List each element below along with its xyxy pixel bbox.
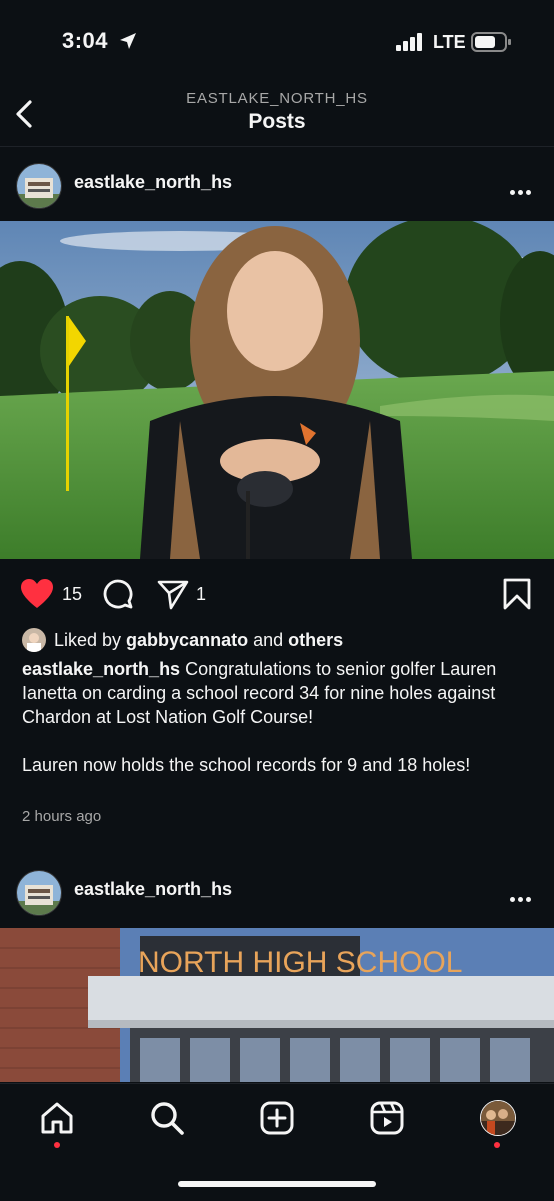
more-options-icon[interactable] <box>510 889 536 902</box>
liked-by-prefix: Liked by <box>54 630 127 650</box>
post-timestamp: 2 hours ago <box>22 808 102 825</box>
cellular-signal-icon <box>396 33 422 51</box>
liked-by-and: and <box>248 630 289 650</box>
liker-avatar <box>22 628 46 652</box>
caption-username[interactable]: eastlake_north_hs <box>22 659 180 679</box>
post-image[interactable] <box>0 221 554 559</box>
post-actions: 15 1 <box>0 572 554 616</box>
post-caption: eastlake_north_hs Congratulations to sen… <box>22 657 522 777</box>
like-count[interactable]: 15 <box>62 584 82 605</box>
avatar[interactable] <box>16 163 62 209</box>
network-type: LTE <box>433 32 466 52</box>
reels-icon[interactable] <box>369 1100 405 1136</box>
building-sign-text: NORTH HIGH SCHOOL <box>138 946 462 979</box>
post-header: eastlake_north_hs <box>0 158 554 218</box>
search-icon[interactable] <box>149 1100 185 1136</box>
post-username[interactable]: eastlake_north_hs <box>74 879 232 900</box>
location-arrow-icon <box>120 33 136 49</box>
caption-text-2: Lauren now holds the school records for … <box>22 755 471 775</box>
profile-notification-dot <box>494 1142 500 1148</box>
create-post-icon[interactable] <box>259 1100 295 1136</box>
post-username[interactable]: eastlake_north_hs <box>74 172 232 193</box>
header-account-name: EASTLAKE_NORTH_HS <box>186 90 368 107</box>
post-header: eastlake_north_hs <box>0 865 554 925</box>
status-time: 3:04 <box>62 28 109 53</box>
home-notification-dot <box>54 1142 60 1148</box>
share-send-icon[interactable] <box>157 578 189 610</box>
post-image[interactable]: NORTH HIGH SCHOOL <box>0 928 554 1082</box>
home-indicator <box>178 1181 376 1187</box>
more-options-icon[interactable] <box>510 182 536 195</box>
liked-by-others[interactable]: others <box>288 630 343 650</box>
like-heart-icon[interactable] <box>20 578 54 610</box>
avatar[interactable] <box>16 870 62 916</box>
liked-by-username[interactable]: gabbycannato <box>126 630 248 650</box>
page-title: Posts <box>248 110 306 133</box>
battery-icon <box>471 32 511 52</box>
top-nav-header: EASTLAKE_NORTH_HS Posts <box>0 84 554 147</box>
home-icon[interactable] <box>39 1100 75 1136</box>
share-count[interactable]: 1 <box>196 584 206 605</box>
bookmark-icon[interactable] <box>503 578 531 610</box>
comment-icon[interactable] <box>102 578 134 610</box>
status-bar: 3:04 LTE <box>0 0 554 84</box>
profile-avatar[interactable] <box>480 1100 516 1136</box>
